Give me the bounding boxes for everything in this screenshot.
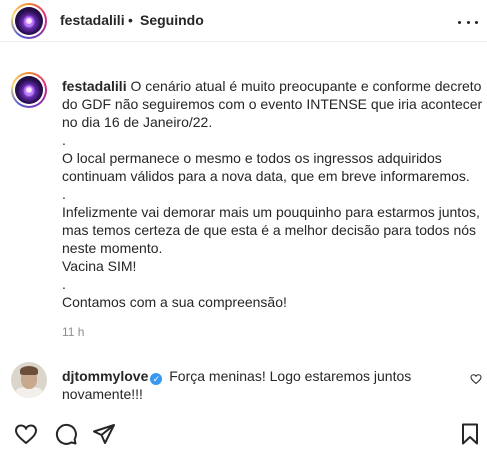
caption-author-avatar[interactable] [11, 72, 47, 108]
post-caption: festadalili O cenário atual é muito preo… [62, 77, 484, 311]
post-timestamp[interactable]: 11 h [62, 325, 84, 339]
comment-icon[interactable] [54, 422, 78, 446]
post-actions-bar [0, 420, 487, 450]
author-username[interactable]: festadalili [60, 12, 125, 28]
caption-line-2: do GDF não seguiremos com o evento INTEN… [62, 96, 483, 112]
like-heart-icon[interactable] [14, 422, 38, 446]
comment-text-line-1: Força meninas! Logo estaremos juntos [169, 368, 412, 384]
caption-line-9: mas temos certeza de que esta é a melhor… [62, 222, 477, 238]
bookmark-icon[interactable] [458, 422, 482, 446]
caption-line-1: festadalili O cenário atual é muito preo… [62, 78, 482, 94]
post-header: festadalili • Seguindo [0, 0, 487, 42]
verified-badge-icon: ✓ [150, 373, 163, 385]
caption-line-11: Vacina SIM! [62, 258, 137, 274]
caption-line-10: neste momento. [62, 240, 163, 256]
caption-line-13: Contamos com a sua compreensão! [62, 294, 287, 310]
caption-line-3: no dia 16 de Janeiro/22. [62, 114, 213, 130]
share-icon[interactable] [92, 422, 116, 446]
caption-line-4: . [62, 132, 66, 148]
comment-text-line-2: novamente!!! [62, 386, 143, 402]
caption-line-8: Infelizmente vai demorar mais um pouquin… [62, 204, 480, 220]
caption-line-6: continuam válidos para a nova data, que … [62, 168, 470, 184]
caption-line-5: O local permanece o mesmo e todos os ing… [62, 150, 442, 166]
comment-like-heart-icon[interactable] [470, 373, 482, 385]
comment-item: djtommylove ✓ Força meninas! Logo estarem… [62, 367, 452, 403]
more-options-icon[interactable] [458, 12, 478, 32]
author-avatar[interactable] [11, 3, 47, 39]
caption-line-7: . [62, 186, 66, 202]
commenter-username[interactable]: djtommylove [62, 368, 148, 384]
caption-username[interactable]: festadalili [62, 78, 127, 94]
separator-dot: • [128, 12, 133, 28]
follow-status-button[interactable]: Seguindo [140, 12, 204, 28]
commenter-avatar[interactable] [11, 362, 47, 398]
caption-line-12: . [62, 276, 66, 292]
